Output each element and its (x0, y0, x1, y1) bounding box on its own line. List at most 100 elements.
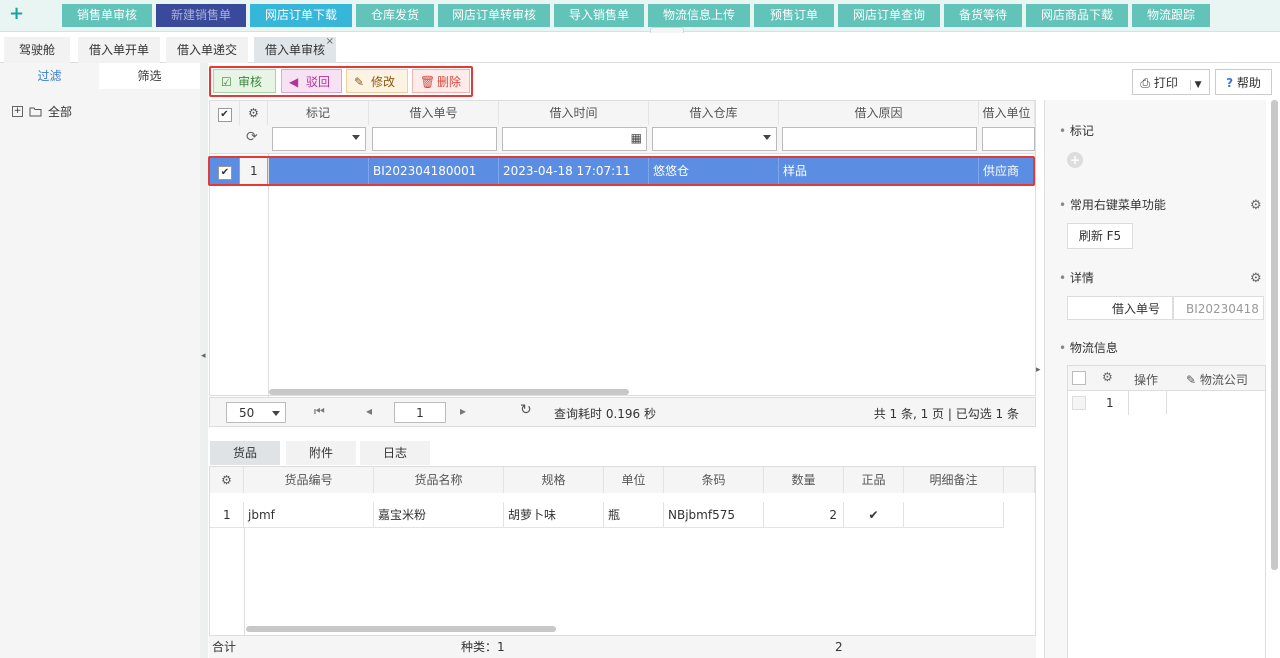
grid-divider (268, 153, 269, 397)
print-button[interactable]: ⎙ 打印 ▼ (1132, 69, 1210, 95)
nav-shop-goods-download[interactable]: 网店商品下载 (1026, 4, 1128, 27)
logistics-col-company-label: 物流公司 (1199, 373, 1248, 387)
tab-log[interactable]: 日志 (360, 441, 430, 465)
add-mark-icon[interactable]: + (1067, 152, 1083, 168)
col-header-note[interactable]: 明细备注 (904, 467, 1004, 493)
col-header-time[interactable]: 借入时间 (499, 101, 649, 125)
tab-borrow-audit[interactable]: 借入单审核 × (254, 36, 336, 63)
folder-icon (29, 107, 42, 117)
edit-label: 修改 (371, 75, 396, 89)
nav-stock-waiting[interactable]: 备货等待 (944, 4, 1022, 27)
filter-unit-input[interactable] (982, 127, 1035, 151)
horizontal-scrollbar[interactable] (269, 389, 629, 395)
reject-button[interactable]: ◀ 驳回 (281, 69, 342, 93)
tab-dashboard[interactable]: 驾驶舱 (4, 37, 70, 63)
tab-attachments[interactable]: 附件 (286, 441, 356, 465)
nav-new-sales[interactable]: 新建销售单 (156, 4, 246, 27)
cell-unit[interactable]: 瓶 (604, 502, 664, 528)
add-icon[interactable]: + (9, 4, 24, 24)
cell-goods-name[interactable]: 嘉宝米粉 (374, 502, 504, 528)
close-icon[interactable]: × (326, 29, 334, 55)
first-page-icon[interactable]: ⏮ (314, 404, 325, 419)
audit-button[interactable]: ☑ 审核 (213, 69, 276, 93)
chevron-left-icon[interactable]: ◂ (201, 351, 206, 361)
col-header-genuine[interactable]: 正品 (844, 467, 904, 493)
nav-shop-order-query[interactable]: 网店订单查询 (838, 4, 940, 27)
filter-warehouse-select[interactable] (652, 127, 777, 151)
logistics-col-action[interactable]: 操作 (1134, 371, 1158, 388)
col-header-reason[interactable]: 借入原因 (779, 101, 979, 125)
menu-gear-icon[interactable]: ⚙ (1250, 198, 1262, 213)
cell-barcode[interactable]: NBjbmf575 (664, 502, 764, 528)
left-splitter[interactable]: ◂ (200, 63, 208, 658)
logistics-select-all[interactable] (1072, 371, 1086, 388)
cell-spec[interactable]: 胡萝卜味 (504, 502, 604, 528)
detail-settings-gear-icon[interactable]: ⚙ (210, 467, 244, 493)
nav-sales-audit[interactable]: 销售单审核 (62, 4, 152, 27)
vertical-scrollbar[interactable] (1271, 100, 1278, 570)
detail-gear-icon[interactable]: ⚙ (1250, 271, 1262, 286)
page-size-select[interactable]: 50 (226, 402, 286, 423)
detail-horizontal-scrollbar[interactable] (246, 626, 556, 632)
refresh-button[interactable]: 刷新 F5 (1067, 223, 1133, 249)
cell-qty[interactable]: 2 (764, 502, 844, 528)
chevron-down-icon[interactable]: ▼ (1189, 80, 1202, 90)
cell-goods-code[interactable]: jbmf (244, 502, 374, 528)
nav-shop-order-to-audit[interactable]: 网店订单转审核 (438, 4, 550, 27)
borrow-order-grid: ✔ ⚙ 标记 借入单号 借入时间 借入仓库 借入原因 借入单位 ⟳ ▦ ✔ 1 … (209, 100, 1036, 397)
cell-note[interactable] (904, 502, 1004, 528)
delete-button[interactable]: 🗑 删除 (412, 69, 470, 93)
tab-goods[interactable]: 货品 (210, 441, 280, 465)
filter-time-input[interactable]: ▦ (502, 127, 647, 151)
edit-button[interactable]: ✎ 修改 (346, 69, 408, 93)
pager-summary: 共 1 条, 1 页 | 已勾选 1 条 (873, 407, 1019, 421)
filter-order-no-input[interactable] (372, 127, 497, 151)
chevron-right-icon[interactable]: ▸ (1036, 365, 1041, 375)
tab-select[interactable]: 筛选 (99, 63, 200, 89)
total-label: 合计 (212, 640, 237, 654)
logistics-col-company[interactable]: ✎ 物流公司 (1186, 371, 1248, 388)
expand-icon[interactable]: + (12, 106, 23, 117)
col-header-qty[interactable]: 数量 (764, 467, 844, 493)
help-button[interactable]: ? 帮助 (1215, 69, 1272, 95)
logistics-gear-icon[interactable]: ⚙ (1102, 370, 1113, 384)
nav-logistics-upload[interactable]: 物流信息上传 (648, 4, 750, 27)
nav-presale[interactable]: 预售订单 (754, 4, 834, 27)
calendar-icon[interactable]: ▦ (631, 131, 642, 145)
nav-logistics-track[interactable]: 物流跟踪 (1132, 4, 1210, 27)
grid-settings-gear-icon[interactable]: ⚙ (240, 101, 268, 125)
mark-section-title: 标记 (1059, 122, 1094, 139)
help-icon: ? (1226, 76, 1234, 90)
prev-page-icon[interactable]: ◂ (366, 404, 372, 418)
nav-import-sales[interactable]: 导入销售单 (554, 4, 644, 27)
col-header-unit[interactable]: 借入单位 (979, 101, 1035, 125)
col-header-mark[interactable]: 标记 (268, 101, 369, 125)
logistics-row-checkbox[interactable] (1072, 396, 1086, 413)
pager: 50 ⏮ ◂ 1 ▸ ↻ 查询耗时 0.196 秒 共 1 条, 1 页 | 已… (209, 397, 1036, 427)
col-header-goods-code[interactable]: 货品编号 (244, 467, 374, 493)
tab-borrow-create[interactable]: 借入单开单 (78, 37, 160, 63)
tab-bar: 驾驶舱 借入单开单 借入单递交 借入单审核 × (0, 33, 1280, 63)
col-header-extra (1004, 467, 1035, 493)
nav-warehouse-ship[interactable]: 仓库发货 (356, 4, 434, 27)
col-header-spec[interactable]: 规格 (504, 467, 604, 493)
col-header-barcode[interactable]: 条码 (664, 467, 764, 493)
col-header-unit[interactable]: 单位 (604, 467, 664, 493)
tree-root[interactable]: + 全部 (12, 103, 72, 120)
page-input[interactable]: 1 (394, 402, 446, 423)
col-header-order-no[interactable]: 借入单号 (369, 101, 499, 125)
next-page-icon[interactable]: ▸ (460, 404, 466, 418)
refresh-icon[interactable]: ⟳ (246, 129, 258, 145)
audit-label: 审核 (238, 75, 263, 89)
col-header-goods-name[interactable]: 货品名称 (374, 467, 504, 493)
nav-shop-order-download[interactable]: 网店订单下载 (250, 4, 352, 27)
col-header-warehouse[interactable]: 借入仓库 (649, 101, 779, 125)
reload-icon[interactable]: ↻ (520, 402, 532, 418)
goods-detail-grid: ⚙ 货品编号 货品名称 规格 单位 条码 数量 正品 明细备注 1 jbmf 嘉… (209, 466, 1036, 637)
select-all-checkbox[interactable]: ✔ (210, 101, 240, 125)
tab-filter[interactable]: 过滤 (0, 63, 99, 89)
filter-reason-input[interactable] (782, 127, 977, 151)
cell-genuine[interactable]: ✔ (844, 502, 904, 528)
filter-mark-select[interactable] (272, 127, 366, 151)
tab-borrow-submit[interactable]: 借入单递交 (166, 37, 248, 63)
